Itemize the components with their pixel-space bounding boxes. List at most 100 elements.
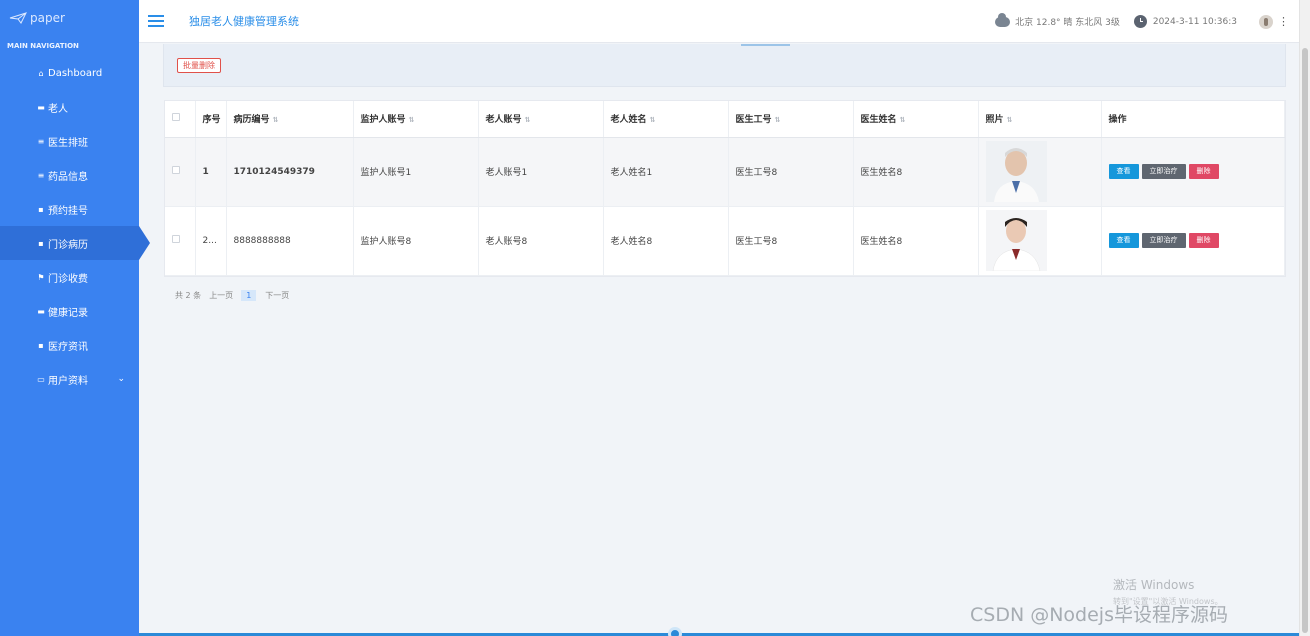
clock-icon [1133, 15, 1147, 28]
sidebar-item-label: 预约挂号 [48, 205, 88, 217]
view-button[interactable]: 查看 [1108, 164, 1139, 179]
logo-text: paper [30, 11, 65, 25]
progress-handle[interactable] [668, 627, 682, 636]
nav-header: MAIN NAVIGATION [7, 42, 79, 50]
doctor-photo[interactable] [985, 210, 1047, 271]
sidebar-item[interactable]: ▪ 预约挂号 [0, 192, 139, 226]
user-card-icon: ▭ [37, 374, 45, 384]
flag-icon: ⚑ [37, 272, 45, 282]
col-doctor-no[interactable]: 医生工号 ⇅ [728, 101, 854, 138]
col-label: 老人姓名 [610, 115, 647, 126]
treat-button[interactable]: 立即治疗 [1141, 164, 1186, 179]
chevron-down-icon[interactable]: ⌄ [117, 374, 125, 384]
more-menu-icon[interactable]: ⋮ [1278, 15, 1289, 28]
datetime-text: 2024-3-11 10:36:3 [1152, 16, 1237, 27]
scrollbar-thumb[interactable] [1302, 48, 1308, 633]
batch-delete-button[interactable]: 批量删除 [177, 58, 221, 73]
table-row[interactable]: 2... 8888888888 监护人账号8 老人账号8 老人姓名8 医生工号8… [165, 206, 1285, 276]
logo[interactable]: paper [0, 0, 139, 36]
sidebar-item-label: Dashboard [48, 67, 103, 79]
tab-indicator [741, 44, 790, 46]
grid-icon: ▪ [38, 238, 44, 248]
sort-icon[interactable]: ⇅ [650, 116, 656, 124]
delete-button[interactable]: 删除 [1188, 164, 1219, 179]
sort-icon[interactable]: ⇅ [525, 116, 531, 124]
col-elder-name[interactable]: 老人姓名 ⇅ [603, 101, 729, 138]
sidebar-item[interactable]: ▬ 健康记录 [0, 294, 139, 328]
chat-icon: ▬ [37, 306, 45, 316]
system-title: 独居老人健康管理系统 [189, 15, 299, 28]
pager-current[interactable]: 1 [241, 290, 257, 301]
col-label: 监护人账号 [360, 115, 406, 126]
view-button[interactable]: 查看 [1108, 233, 1139, 248]
sidebar-item[interactable]: ▬ 老人 [0, 90, 139, 124]
paper-plane-icon [9, 12, 27, 24]
grid-icon: ▪ [38, 340, 44, 350]
sidebar-item-label: 医疗资讯 [48, 341, 88, 353]
list-icon: ≡ [37, 136, 45, 146]
col-label: 医生姓名 [860, 115, 897, 126]
pager-prev[interactable]: 上一页 [209, 290, 233, 301]
sidebar-item[interactable]: ≡ 药品信息 [0, 158, 139, 192]
sidebar-item[interactable]: ▪ 门诊病历 [0, 226, 150, 260]
col-guardian[interactable]: 监护人账号 ⇅ [353, 101, 479, 138]
cell-elder-account: 老人账号1 [478, 137, 604, 207]
cell-doctor-name: 医生姓名8 [853, 206, 979, 276]
cell-index: 2... [195, 206, 227, 276]
cell-elder-name: 老人姓名1 [603, 137, 729, 207]
cell-doctor-name: 医生姓名8 [853, 137, 979, 207]
cell-actions: 查看 立即治疗 删除 [1101, 206, 1285, 276]
sort-icon[interactable]: ⇅ [409, 116, 415, 124]
menu-toggle-icon[interactable] [148, 15, 164, 27]
sidebar-item[interactable]: ▭ 用户资料 ⌄ [0, 362, 139, 396]
col-doctor-name[interactable]: 医生姓名 ⇅ [853, 101, 979, 138]
col-record-no[interactable]: 病历编号 ⇅ [226, 101, 354, 138]
row-checkbox[interactable] [172, 166, 180, 174]
row-checkbox[interactable] [172, 235, 180, 243]
user-avatar[interactable] [1259, 14, 1273, 29]
grid-icon: ▪ [38, 204, 44, 214]
sort-icon[interactable]: ⇅ [900, 116, 906, 124]
col-actions: 操作 [1101, 101, 1285, 138]
cell-photo [978, 137, 1102, 207]
cell-photo [978, 206, 1102, 276]
sort-icon[interactable]: ⇅ [1007, 116, 1013, 124]
sort-icon[interactable]: ⇅ [775, 116, 781, 124]
cell-record-no: 8888888888 [226, 206, 354, 276]
delete-button[interactable]: 删除 [1188, 233, 1219, 248]
sidebar-item-label: 门诊病历 [48, 239, 88, 251]
id-card-icon: ▬ [37, 102, 45, 112]
nav-list: ⌂ Dashboard ▬ 老人 ≡ 医生排班 ≡ 药品信息 ▪ 预约挂号 ▪ 门诊病历 ⚑ 门诊收费 ▬ 健… [0, 56, 150, 396]
select-all-checkbox[interactable] [172, 113, 180, 122]
list-icon: ≡ [37, 170, 45, 180]
sidebar-item[interactable]: ⚑ 门诊收费 [0, 260, 139, 294]
cell-guardian: 监护人账号1 [353, 137, 479, 207]
sidebar-item-label: 健康记录 [48, 307, 88, 319]
cell-index: 1 [195, 137, 227, 207]
table-row[interactable]: 1 1710124549379 监护人账号1 老人账号1 老人姓名1 医生工号8… [165, 137, 1285, 207]
col-photo[interactable]: 照片 ⇅ [978, 101, 1102, 138]
top-right-area: 北京 12.8° 晴 东北风 3级 2024-3-11 10:36:3 ⋮ [995, 0, 1289, 43]
vertical-scrollbar[interactable] [1299, 0, 1310, 636]
pager-next[interactable]: 下一页 [265, 290, 289, 301]
col-elder-account[interactable]: 老人账号 ⇅ [478, 101, 604, 138]
doctor-photo[interactable] [985, 141, 1047, 202]
treat-button[interactable]: 立即治疗 [1141, 233, 1186, 248]
cell-guardian: 监护人账号8 [353, 206, 479, 276]
sidebar-item[interactable]: ≡ 医生排班 [0, 124, 139, 158]
col-label: 病历编号 [233, 115, 270, 126]
col-label: 老人账号 [485, 115, 522, 126]
sidebar-item[interactable]: ⌂ Dashboard [0, 56, 139, 90]
cell-record-no: 1710124549379 [226, 137, 354, 207]
csdn-watermark: CSDN @Nodejs毕设程序源码 [970, 604, 1228, 626]
top-bar: 独居老人健康管理系统 北京 12.8° 晴 东北风 3级 2024-3-11 1… [139, 0, 1299, 43]
cell-doctor-no: 医生工号8 [728, 206, 854, 276]
cell-actions: 查看 立即治疗 删除 [1101, 137, 1285, 207]
pager-total: 共 2 条 [175, 291, 202, 300]
sort-icon[interactable]: ⇅ [273, 116, 279, 124]
toolbar-panel: 批量删除 [163, 44, 1286, 87]
table-header-row: 序号 病历编号 ⇅ 监护人账号 ⇅ 老人账号 ⇅ 老人姓名 ⇅ 医生工号 ⇅ 医生姓名 ⇅ … [165, 101, 1285, 138]
sidebar-item[interactable]: ▪ 医疗资讯 [0, 328, 139, 362]
sidebar-item-label: 药品信息 [48, 171, 88, 183]
sidebar-item-label: 门诊收费 [48, 273, 88, 285]
